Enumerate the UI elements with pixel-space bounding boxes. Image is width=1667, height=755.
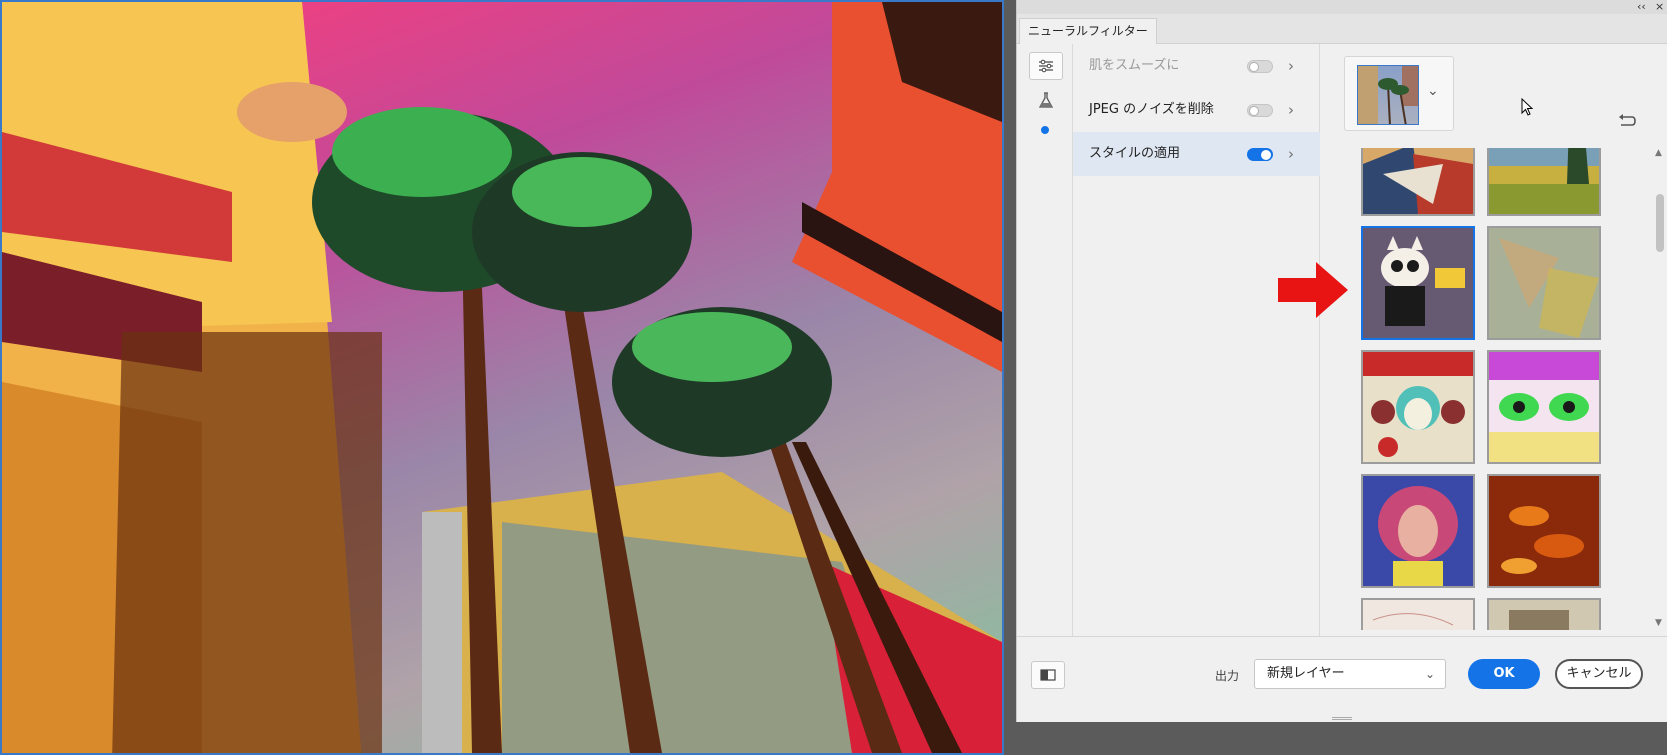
red-annotation-arrow-icon — [1278, 262, 1348, 322]
style-thumbnail-faded-abstract[interactable] — [1487, 226, 1601, 340]
collapse-icon[interactable]: ‹‹ — [1637, 0, 1646, 13]
scroll-thumb[interactable] — [1656, 194, 1664, 252]
style-settings-pane: ⌄ ▲ ▼ — [1321, 44, 1667, 636]
style-thumbnail-sugar-skull-cat[interactable] — [1361, 226, 1475, 340]
chevron-right-icon[interactable]: › — [1288, 88, 1294, 132]
style-gallery — [1361, 148, 1641, 630]
style-thumbnail-abstract-cubist[interactable] — [1361, 148, 1475, 216]
mouse-cursor-icon — [1521, 97, 1534, 120]
style-thumbnail-neon-eyes[interactable] — [1487, 350, 1601, 464]
filter-toggle[interactable] — [1247, 60, 1273, 73]
output-select[interactable]: 新規レイヤー ⌄ — [1254, 659, 1446, 689]
preview-toggle-icon[interactable] — [1031, 661, 1065, 689]
style-thumbnail-burning-texture[interactable] — [1487, 474, 1601, 588]
chevron-down-icon[interactable]: ⌄ — [1427, 83, 1439, 99]
close-icon[interactable]: × — [1655, 0, 1664, 13]
filter-label: スタイルの適用 — [1089, 146, 1181, 161]
stylized-palm-photo — [2, 2, 1002, 753]
tab-bar: ニューラルフィルター — [1017, 14, 1667, 44]
cancel-button[interactable]: キャンセル — [1555, 659, 1643, 689]
dialog-footer: 出力 新規レイヤー ⌄ OK キャンセル — [1017, 636, 1667, 722]
style-thumbnail-sketch-b[interactable] — [1487, 598, 1601, 630]
source-image-thumbnail[interactable] — [1357, 65, 1419, 125]
tab-neural-filters[interactable]: ニューラルフィルター — [1019, 18, 1157, 44]
style-thumbnail-wheat-field[interactable] — [1487, 148, 1601, 216]
gallery-scrollbar[interactable]: ▲ ▼ — [1653, 148, 1667, 630]
image-canvas[interactable] — [0, 0, 1004, 755]
chevron-right-icon[interactable]: › — [1288, 132, 1294, 176]
sliders-icon[interactable] — [1029, 52, 1063, 80]
style-thumbnail-tattoo-skull[interactable] — [1361, 350, 1475, 464]
filter-list: 肌をスムーズに › JPEG のノイズを削除 › スタイルの適用 › — [1073, 44, 1320, 636]
ok-button[interactable]: OK — [1468, 659, 1540, 689]
output-value: 新規レイヤー — [1267, 666, 1345, 681]
chevron-right-icon[interactable]: › — [1288, 44, 1294, 88]
filter-row-style-transfer[interactable]: スタイルの適用 › — [1073, 132, 1320, 176]
style-thumbnail-colorful-portrait[interactable] — [1361, 474, 1475, 588]
filter-label: JPEG のノイズを削除 — [1089, 102, 1214, 117]
filter-toggle[interactable] — [1247, 104, 1273, 117]
chevron-down-icon: ⌄ — [1424, 667, 1435, 681]
neural-filters-dialog: ‹‹ × ニューラルフィルター 肌をスムーズに › JPEG のノイズを削除 ›… — [1016, 0, 1667, 722]
output-label: 出力 — [1215, 669, 1240, 683]
scroll-down-arrow-icon[interactable]: ▼ — [1655, 618, 1662, 628]
filter-category-rail — [1017, 44, 1073, 636]
style-thumbnail-sketch-a[interactable] — [1361, 598, 1475, 630]
filter-row-smooth-skin[interactable]: 肌をスムーズに › — [1073, 44, 1320, 88]
style-source-picker[interactable]: ⌄ — [1344, 56, 1454, 131]
beaker-icon[interactable] — [1036, 90, 1056, 110]
reset-icon[interactable] — [1617, 112, 1637, 132]
photoshop-window: ‹‹ × ニューラルフィルター 肌をスムーズに › JPEG のノイズを削除 ›… — [0, 0, 1667, 755]
filter-toggle[interactable] — [1247, 148, 1273, 161]
filter-label: 肌をスムーズに — [1089, 58, 1180, 73]
dialog-titlebar: ‹‹ × — [1017, 0, 1667, 14]
filter-row-jpeg-noise[interactable]: JPEG のノイズを削除 › — [1073, 88, 1320, 132]
active-indicator-dot — [1041, 126, 1049, 134]
scroll-up-arrow-icon[interactable]: ▲ — [1655, 148, 1662, 158]
resize-grip[interactable] — [1332, 717, 1352, 720]
